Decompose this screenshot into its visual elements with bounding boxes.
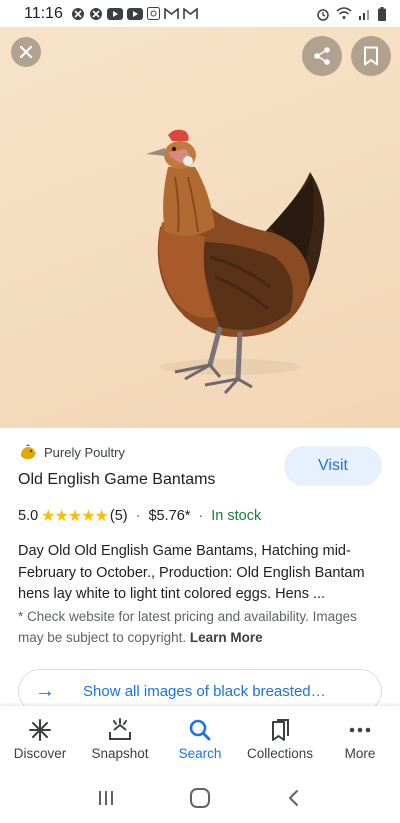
back-icon[interactable] (284, 788, 304, 808)
arrow-right-icon: → (35, 679, 55, 702)
share-button[interactable] (302, 36, 342, 76)
youtube-icon (126, 7, 143, 20)
system-status-icons (316, 6, 386, 21)
xbox-icon (71, 7, 84, 20)
result-title[interactable]: Old English Game Bantams (18, 471, 215, 489)
youtube-icon (106, 7, 123, 20)
signal-icon (359, 10, 369, 20)
show-all-label: Show all images of black breasted… (83, 682, 326, 700)
notification-icons (71, 7, 198, 21)
nav-label: Discover (13, 746, 67, 761)
separator: · (198, 508, 204, 524)
xbox-icon (89, 7, 102, 20)
status-bar: 11:16 (0, 0, 400, 27)
snapshot-icon (109, 718, 131, 740)
star-rating: ★★★★★ (41, 508, 109, 525)
stock-status: In stock (211, 508, 262, 524)
result-image[interactable] (0, 27, 400, 428)
alarm-icon (317, 8, 329, 21)
nav-more[interactable]: More (322, 718, 398, 761)
battery-icon (378, 6, 386, 21)
close-button[interactable] (11, 37, 41, 67)
bottom-navigation: Discover Snapshot Search Collections Mor… (0, 706, 400, 772)
home-icon[interactable] (189, 787, 211, 809)
nav-discover[interactable]: Discover (2, 718, 78, 761)
save-to-collection-button[interactable] (351, 36, 391, 76)
nav-label: Collections (246, 746, 314, 761)
hen-photo (146, 129, 325, 395)
nav-search[interactable]: Search (162, 718, 238, 761)
share-icon (314, 47, 330, 65)
recent-apps-icon[interactable] (96, 788, 116, 808)
close-icon (19, 45, 33, 59)
photo-icon (146, 7, 160, 20)
purely-poultry-logo-icon (21, 444, 37, 459)
system-navigation-bar (0, 772, 400, 823)
bookmark-icon (364, 46, 378, 66)
search-icon (189, 719, 211, 741)
nav-label: Search (178, 746, 222, 761)
learn-more-link[interactable]: Learn More (190, 630, 263, 645)
pricing-note: * Check website for latest pricing and a… (18, 606, 383, 648)
result-description: Day Old Old English Game Bantams, Hatchi… (18, 543, 365, 602)
rating-row: 5.0 ★★★★★ (5) · $5.76* · In stock (18, 506, 261, 526)
collections-icon (272, 719, 289, 741)
pricing-note-text: * Check website for latest pricing and a… (18, 609, 357, 645)
wifi-icon (336, 7, 352, 19)
rating-value: 5.0 (18, 508, 39, 524)
source-name: Purely Poultry (44, 444, 125, 460)
gmail-icon (164, 7, 179, 19)
review-count: (5) (109, 508, 128, 524)
visit-button[interactable]: Visit (284, 446, 382, 486)
nav-label: More (344, 746, 376, 761)
nav-collections[interactable]: Collections (242, 718, 318, 761)
gmail-icon (183, 7, 198, 19)
nav-label: Snapshot (91, 746, 149, 761)
more-icon (349, 727, 371, 733)
status-time: 11:16 (24, 4, 63, 22)
asterisk-icon (29, 719, 51, 741)
separator: · (135, 508, 141, 524)
nav-snapshot[interactable]: Snapshot (82, 718, 158, 761)
price: $5.76* (148, 508, 191, 524)
source-row[interactable]: Purely Poultry (18, 442, 125, 462)
